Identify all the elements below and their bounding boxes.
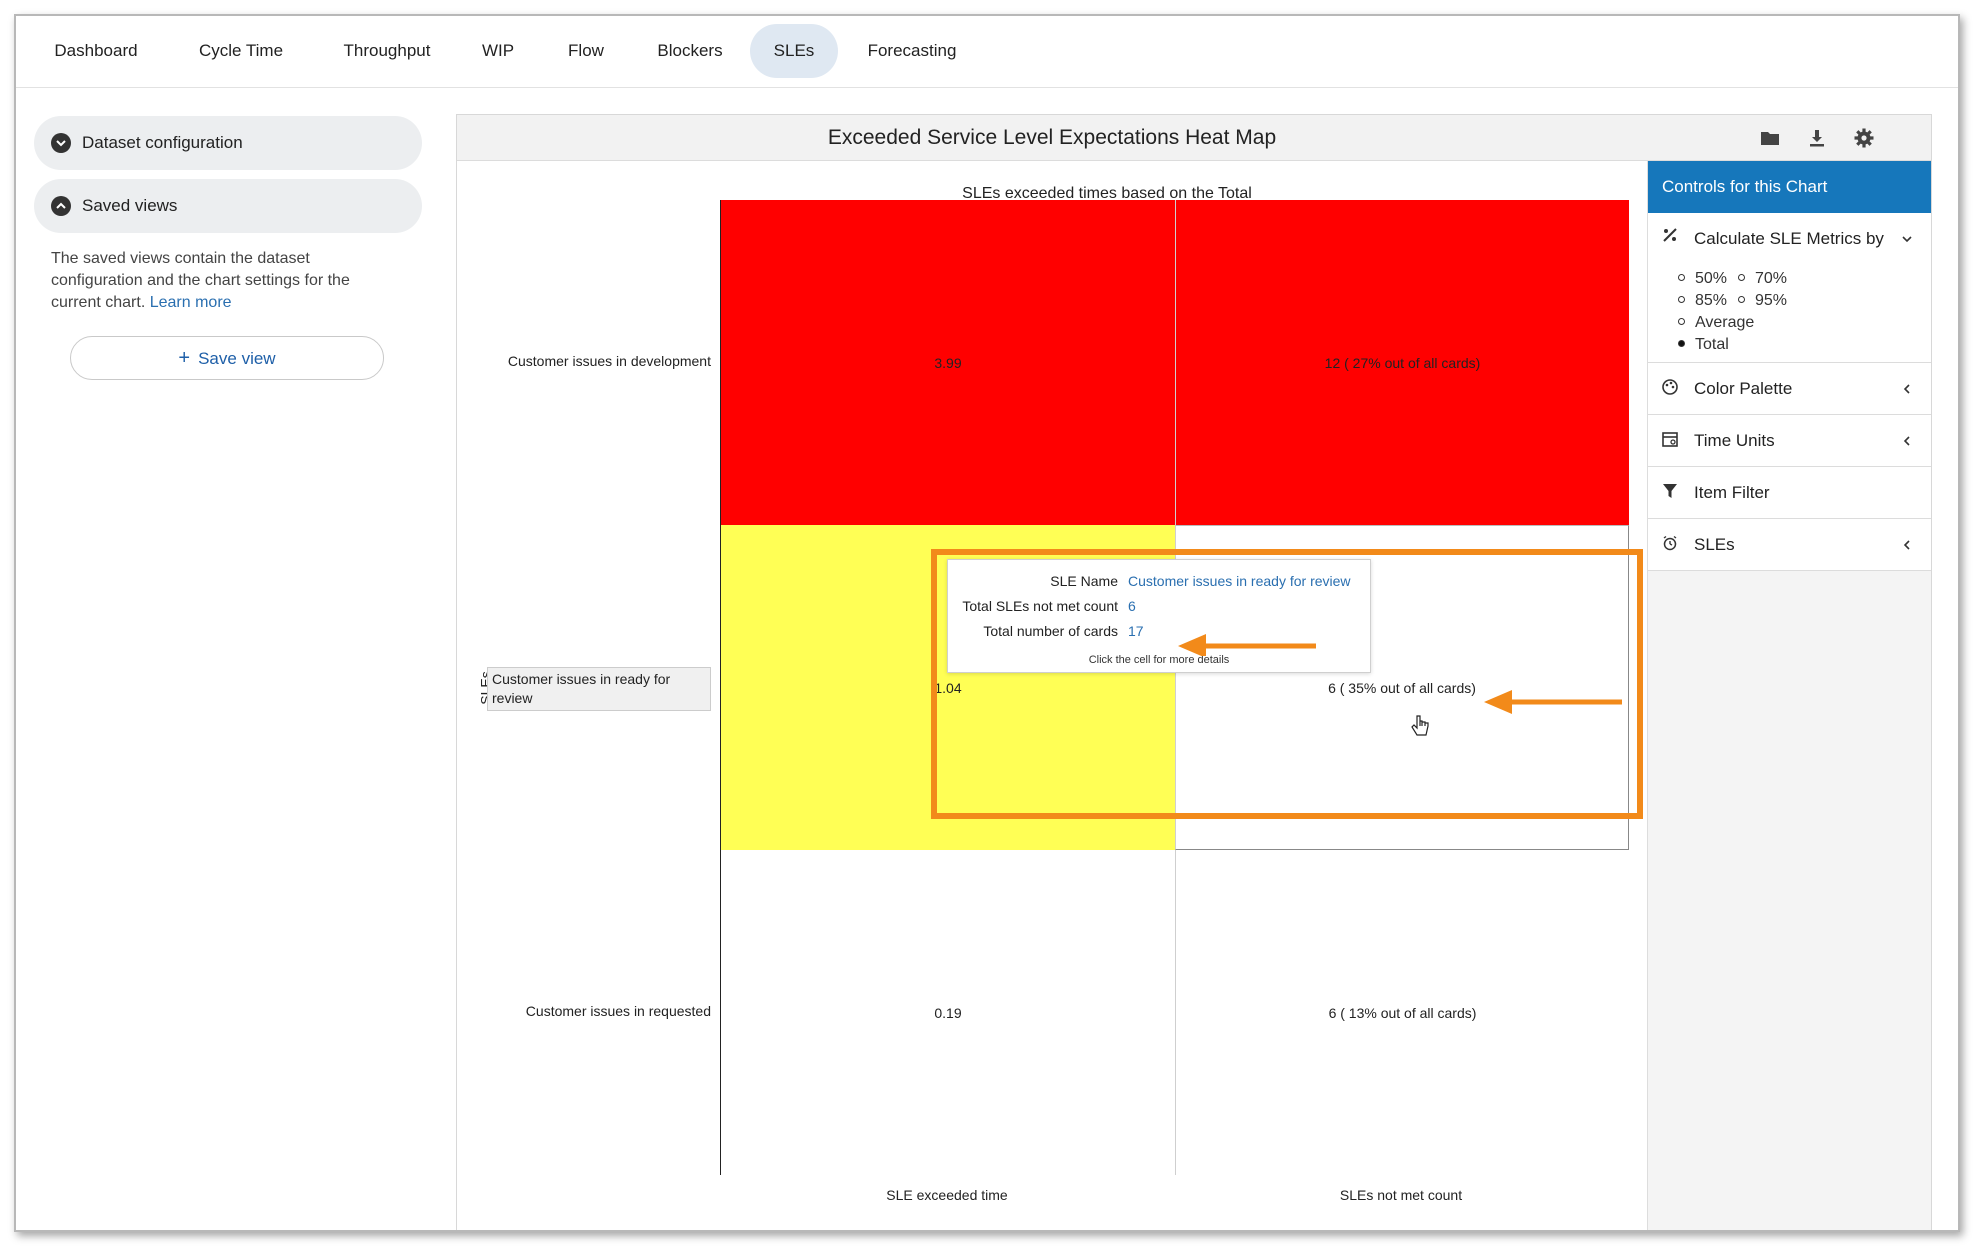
alarm-clock-icon bbox=[1661, 534, 1681, 554]
filter-icon bbox=[1661, 482, 1681, 502]
tooltip-not-met-value: 6 bbox=[1128, 598, 1136, 614]
percent-icon bbox=[1661, 226, 1681, 246]
item-filter-row[interactable]: Item Filter bbox=[1648, 467, 1931, 519]
chevron-left-icon bbox=[1901, 434, 1913, 446]
heatmap-cell[interactable]: 6 ( 13% out of all cards) bbox=[1175, 850, 1629, 1175]
radio-total[interactable] bbox=[1678, 340, 1685, 348]
saved-views-description: The saved views contain the dataset conf… bbox=[51, 248, 391, 314]
tooltip-cards-value: 17 bbox=[1128, 623, 1144, 639]
annotation-arrow-icon bbox=[1484, 690, 1622, 714]
top-navigation: Dashboard Cycle Time Throughput WIP Flow… bbox=[16, 16, 1958, 88]
tab-dashboard[interactable]: Dashboard bbox=[34, 24, 158, 78]
heatmap-cell[interactable]: 0.19 bbox=[721, 850, 1175, 1175]
time-units-row[interactable]: Time Units bbox=[1648, 415, 1931, 467]
option-50[interactable]: 50% bbox=[1678, 270, 1727, 288]
app-window: Dashboard Cycle Time Throughput WIP Flow… bbox=[14, 14, 1960, 1232]
heatmap-cell-value: 6 ( 13% out of all cards) bbox=[1328, 1004, 1477, 1021]
option-average-label: Average bbox=[1695, 314, 1755, 331]
radio-85[interactable] bbox=[1678, 296, 1685, 304]
color-palette-label: Color Palette bbox=[1694, 379, 1793, 398]
download-icon[interactable] bbox=[1806, 127, 1830, 151]
chart-header: Exceeded Service Level Expectations Heat… bbox=[457, 115, 1931, 161]
saved-views-toggle[interactable]: Saved views bbox=[34, 179, 422, 233]
option-70-label: 70% bbox=[1755, 270, 1788, 287]
y-tick-label: Customer issues in ready for review bbox=[487, 667, 711, 711]
saved-views-label: Saved views bbox=[82, 196, 178, 215]
chevron-up-icon bbox=[51, 196, 71, 216]
annotation-arrow-icon bbox=[1178, 634, 1316, 656]
tooltip-sle-name-label: SLE Name bbox=[1050, 573, 1118, 589]
option-95[interactable]: 95% bbox=[1738, 292, 1787, 310]
option-total[interactable]: Total bbox=[1678, 336, 1729, 354]
chart-panel: Exceeded Service Level Expectations Heat… bbox=[456, 114, 1932, 1230]
option-85[interactable]: 85% bbox=[1678, 292, 1727, 310]
controls-header: Controls for this Chart bbox=[1648, 161, 1931, 213]
color-palette-row[interactable]: Color Palette bbox=[1648, 363, 1931, 415]
x-tick-label: SLEs not met count bbox=[1339, 1187, 1463, 1203]
calendar-icon bbox=[1661, 430, 1681, 450]
option-70[interactable]: 70% bbox=[1738, 270, 1787, 288]
dataset-configuration-toggle[interactable]: Dataset configuration bbox=[34, 116, 422, 170]
heatmap-cell[interactable]: 12 ( 27% out of all cards) bbox=[1175, 200, 1629, 525]
item-filter-label: Item Filter bbox=[1694, 483, 1770, 502]
chevron-left-icon bbox=[1901, 538, 1913, 550]
x-tick-label: SLE exceeded time bbox=[886, 1187, 1008, 1203]
option-85-label: 85% bbox=[1695, 292, 1728, 309]
tab-wip[interactable]: WIP bbox=[466, 24, 530, 78]
radio-95[interactable] bbox=[1738, 296, 1745, 304]
heatmap-cell-value: 3.99 bbox=[934, 354, 962, 371]
calculate-sle-metrics-label[interactable]: Calculate SLE Metrics by bbox=[1694, 229, 1884, 249]
tab-flow[interactable]: Flow bbox=[546, 24, 626, 78]
save-view-label: Save view bbox=[198, 349, 276, 368]
tooltip-not-met-label: Total SLEs not met count bbox=[962, 598, 1118, 614]
y-tick-label: Customer issues in development bbox=[507, 353, 711, 369]
sles-label: SLEs bbox=[1694, 535, 1735, 554]
option-95-label: 95% bbox=[1755, 292, 1788, 309]
y-tick-label: Customer issues in requested bbox=[525, 1003, 711, 1019]
option-50-label: 50% bbox=[1695, 270, 1728, 287]
sles-row[interactable]: SLEs bbox=[1648, 519, 1931, 571]
chevron-down-icon bbox=[51, 133, 71, 153]
radio-50[interactable] bbox=[1678, 274, 1685, 282]
learn-more-link[interactable]: Learn more bbox=[150, 294, 232, 311]
chart-title: Exceeded Service Level Expectations Heat… bbox=[827, 126, 1277, 149]
calculate-sle-metrics-section: Calculate SLE Metrics by 50% 70% 85% 95%… bbox=[1648, 213, 1931, 363]
folder-icon[interactable] bbox=[1759, 127, 1783, 151]
save-view-button[interactable]: + Save view bbox=[70, 336, 384, 380]
tab-cycle-time[interactable]: Cycle Time bbox=[176, 24, 306, 78]
tooltip-cards-label: Total number of cards bbox=[983, 623, 1118, 639]
palette-icon bbox=[1661, 378, 1681, 398]
chevron-left-icon bbox=[1901, 382, 1913, 394]
gear-icon[interactable] bbox=[1853, 127, 1877, 151]
tab-forecasting[interactable]: Forecasting bbox=[852, 24, 972, 78]
chart-controls-panel: Controls for this Chart Calculate SLE Me… bbox=[1647, 161, 1931, 1230]
heatmap-cell-value: 12 ( 27% out of all cards) bbox=[1324, 354, 1481, 371]
plus-icon: + bbox=[178, 347, 191, 369]
radio-average[interactable] bbox=[1678, 318, 1685, 326]
tooltip-sle-name-value: Customer issues in ready for review bbox=[1128, 573, 1351, 589]
chevron-down-icon[interactable] bbox=[1901, 232, 1913, 244]
option-average[interactable]: Average bbox=[1678, 314, 1754, 332]
tab-blockers[interactable]: Blockers bbox=[640, 24, 740, 78]
dataset-configuration-label: Dataset configuration bbox=[82, 133, 243, 152]
tab-sles[interactable]: SLEs bbox=[750, 24, 838, 78]
tab-throughput[interactable]: Throughput bbox=[322, 24, 452, 78]
heatmap-cell[interactable]: 3.99 bbox=[721, 200, 1175, 525]
option-total-label: Total bbox=[1695, 336, 1729, 353]
heatmap-cell-value: 0.19 bbox=[934, 1004, 962, 1021]
time-units-label: Time Units bbox=[1694, 431, 1775, 450]
radio-70[interactable] bbox=[1738, 274, 1745, 282]
hand-cursor-icon bbox=[1411, 715, 1429, 736]
